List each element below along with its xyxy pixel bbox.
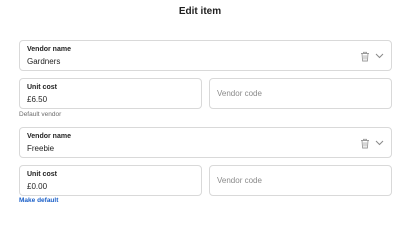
unit-cost-label: Unit cost: [27, 171, 57, 178]
vendor-name-select[interactable]: Vendor name Gardners: [19, 40, 392, 71]
unit-cost-field[interactable]: Unit cost £6.50: [19, 78, 202, 109]
unit-cost-label: Unit cost: [27, 84, 57, 91]
chevron-down-icon[interactable]: [374, 137, 385, 149]
vendor-code-placeholder: Vendor code: [217, 176, 262, 185]
chevron-down-icon[interactable]: [374, 50, 385, 62]
page-title: Edit item: [178, 6, 222, 17]
vendor-code-placeholder: Vendor code: [217, 89, 262, 98]
vendor-name-value: Freebie: [27, 144, 55, 153]
unit-cost-field[interactable]: Unit cost £0.00: [19, 165, 202, 196]
vendor-code-field[interactable]: Vendor code: [209, 165, 392, 196]
trash-icon[interactable]: [359, 50, 370, 62]
vendor-code-field[interactable]: Vendor code: [209, 78, 392, 109]
make-default-link[interactable]: Make default: [19, 197, 58, 204]
unit-cost-value: £0.00: [27, 182, 48, 191]
unit-cost-value: £6.50: [27, 95, 48, 104]
trash-icon[interactable]: [359, 137, 370, 149]
vendor-name-value: Gardners: [27, 57, 61, 66]
default-vendor-text: Default vendor: [19, 111, 62, 118]
vendor-name-label: Vendor name: [27, 46, 71, 53]
vendor-name-label: Vendor name: [27, 133, 71, 140]
edit-item-page: Edit item Vendor name Gardners Unit cost…: [0, 0, 400, 210]
vendor-name-select[interactable]: Vendor name Freebie: [19, 127, 392, 158]
vendor-actions: [359, 50, 385, 62]
vendor-actions: [359, 137, 385, 149]
